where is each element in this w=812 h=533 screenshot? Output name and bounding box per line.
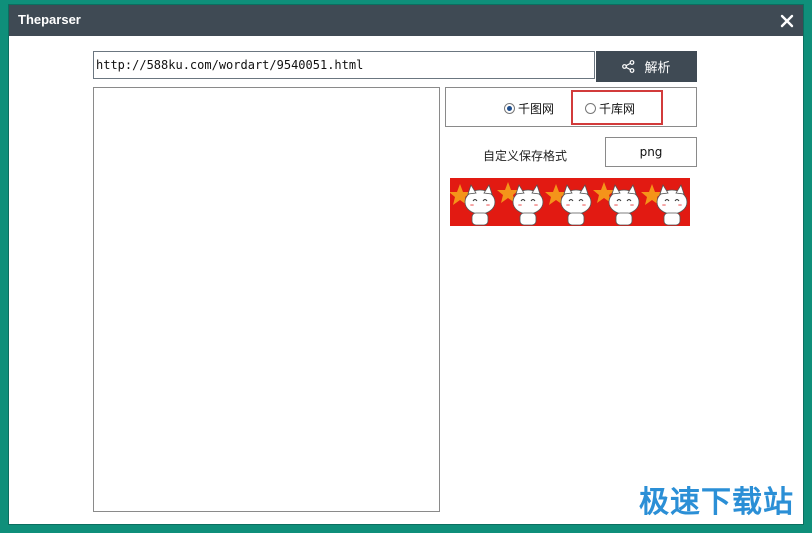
radio-qianku[interactable]: 千库网 — [585, 100, 635, 117]
url-input[interactable] — [93, 51, 595, 79]
parse-button[interactable]: 解析 — [596, 51, 697, 82]
preview-image-art — [450, 182, 688, 226]
preview-image — [450, 178, 690, 226]
share-icon — [622, 60, 635, 73]
cat-figure — [512, 184, 544, 226]
radio-qiantu[interactable]: 千图网 — [504, 100, 554, 117]
window-title: Theparser — [18, 12, 81, 27]
save-format-label: 自定义保存格式 — [483, 149, 568, 163]
cat-figure — [656, 184, 688, 226]
cat-figure — [560, 184, 592, 226]
title-bar: Theparser — [9, 5, 803, 36]
radio-dot-unselected — [585, 103, 596, 114]
radio-dot-selected — [504, 103, 515, 114]
parse-button-label: 解析 — [644, 60, 671, 75]
close-icon — [780, 14, 794, 28]
save-format-input[interactable] — [605, 137, 697, 167]
cat-figure — [608, 184, 640, 226]
close-button[interactable] — [775, 9, 799, 33]
result-text-panel[interactable] — [93, 87, 440, 512]
source-radio-group: 千图网 千库网 — [445, 87, 697, 127]
watermark-logo: 极速下载站 — [639, 485, 794, 520]
cat-figure — [464, 184, 496, 226]
radio-label-qianku: 千库网 — [599, 102, 636, 116]
radio-label-qiantu: 千图网 — [518, 102, 555, 116]
